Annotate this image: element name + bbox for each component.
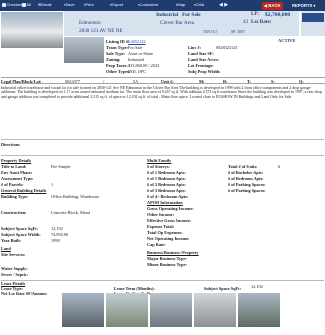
photo-gallery [62, 293, 282, 335]
property-thumbnail[interactable] [64, 37, 104, 63]
toolbar-save-button[interactable]: ▪Save [64, 2, 75, 7]
checkbox-icon [22, 3, 26, 7]
units-parking-column: Total # of Units: 6 # of Bachelor Apts: #… [228, 164, 281, 193]
gallery-photo[interactable] [238, 293, 280, 327]
gallery-photo[interactable] [62, 293, 104, 327]
property-main-photo[interactable] [1, 12, 63, 48]
toolbar-export-button[interactable]: ▪Export [110, 2, 123, 7]
arrow-left-icon[interactable]: ◀ [219, 2, 223, 8]
header-nav-tab[interactable] [302, 13, 324, 22]
property-address: 2830 121 AV NE NE [79, 28, 123, 34]
arrow-right-icon[interactable]: ▶ [224, 2, 228, 8]
list-price: $2,700,000 [265, 11, 291, 18]
public-remarks: Industrial office/warehouse and vacant l… [1, 86, 322, 99]
nav-arrows[interactable]: ◀ ▶ [219, 2, 228, 8]
area: Clover Bar Area [160, 20, 194, 26]
directions-label: Directions [1, 142, 20, 147]
listing-id-link[interactable]: E4052122 [128, 39, 146, 44]
listing-fields-right: Linc #: 0028323125 Land Size SF: Land Siz… [188, 45, 238, 74]
header-date: SP: 2007 [231, 30, 245, 34]
postal-code: T4N 1G7 [203, 30, 218, 34]
property-type-line: Industrial For Sale [156, 12, 201, 18]
gallery-photo[interactable] [150, 293, 192, 327]
back-arrow-icon: ◀ [264, 2, 268, 8]
property-details-column: Property Details Title to Land: Fee Simpl… [1, 158, 100, 277]
toolbar-checked-button[interactable]: Checked [2, 2, 22, 7]
back-button[interactable]: ◀ BACK [262, 1, 283, 10]
lease-details: Lease Details Lease Type: Lease Term (Mo… [1, 281, 263, 296]
legal-description-bar: Legal Plan/Block/Lot: 0023377 / 5A Unit … [1, 77, 325, 84]
lot-size-label: Lsz Rate: [251, 20, 272, 25]
listing-status: ACTIVE [278, 38, 296, 43]
list-price-label: LP: [251, 12, 260, 17]
checkbox-icon [2, 3, 6, 7]
multifamily-apod-column: Multi Family # of Storeys: # of 1 Bedroo… [147, 158, 199, 267]
gallery-photo[interactable] [194, 293, 236, 327]
toolbar-all-button[interactable]: All [22, 2, 31, 7]
gallery-photo[interactable] [106, 293, 148, 327]
area-number: 43 [243, 20, 248, 25]
toolbar-email-button[interactable]: ✉Email [38, 2, 51, 7]
toolbar-map-button[interactable]: ▪Map [176, 2, 185, 7]
city: Edmonton [79, 20, 101, 26]
toolbar-print-button[interactable]: ▪Print [84, 2, 94, 7]
toolbar-customize-button[interactable]: ▪Customize [138, 2, 158, 7]
top-toolbar: Checked All ✉Email ▪Save ▪Print ▪Export … [0, 0, 325, 11]
chevron-down-icon: ▾ [313, 2, 316, 8]
reports-button[interactable]: REPORTS ▾ [290, 1, 318, 10]
toolbar-cma-button[interactable]: ▪CMA [194, 2, 204, 7]
